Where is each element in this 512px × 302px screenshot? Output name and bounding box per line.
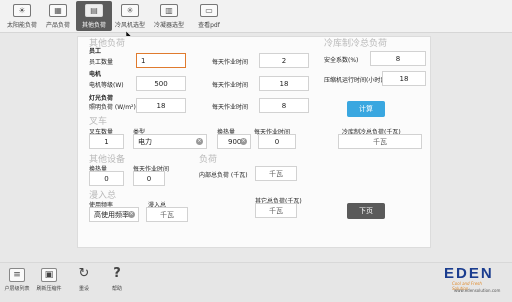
bottom-label: 帮助 — [111, 286, 122, 292]
tab-label: 太阳能负荷 — [6, 22, 37, 29]
tab-label: 产品负荷 — [45, 22, 70, 29]
next-page-button[interactable]: 下页 — [347, 203, 385, 219]
usage-frequency-value: 高使用频率 — [94, 210, 129, 219]
other-total-output: 千瓦 — [255, 203, 297, 218]
forklift-heat-select[interactable]: 900 × — [217, 134, 251, 149]
motor-power-input[interactable]: 500 — [136, 76, 186, 91]
forklift-count-input[interactable]: 1 — [89, 134, 124, 149]
motor-power-label: 电机等级(W) — [89, 82, 124, 89]
tab-condenser[interactable]: ▥ 冷凝器选型 — [151, 1, 187, 31]
bottom-label: 户层级列表 — [4, 286, 30, 292]
safety-factor-label: 安全系数(%) — [324, 57, 359, 64]
lighting-power-input[interactable]: 18 — [136, 98, 186, 113]
tab-other-load[interactable]: ▤ 其他负荷 — [76, 1, 112, 31]
tab-air-cooler[interactable]: ✳ 冷风机选型 — [112, 1, 148, 31]
forklift-type-value: 电力 — [138, 137, 152, 146]
forklift-type-select[interactable]: 电力 × — [133, 134, 207, 149]
staff-heading: 员工 — [89, 48, 102, 55]
compressor-icon: ▣ — [41, 268, 57, 282]
bottom-label: 刷新压缩件 — [36, 286, 62, 292]
bottom-label: 重设 — [78, 286, 89, 292]
motor-heading: 电机 — [89, 71, 102, 78]
tab-label: 冷风机选型 — [114, 22, 145, 29]
refresh-compressor-button[interactable]: ▣ 刷新压缩件 — [36, 268, 62, 296]
usage-frequency-select[interactable]: 高使用频率 × — [89, 207, 139, 222]
reset-icon: ↻ — [78, 266, 90, 281]
equipment-heat-input[interactable]: 0 — [89, 171, 124, 186]
lighting-hours-label: 每天作业时间 — [212, 104, 249, 111]
safety-factor-input[interactable]: 8 — [370, 51, 426, 66]
staff-hours-input[interactable]: 2 — [259, 53, 309, 68]
motor-hours-input[interactable]: 18 — [259, 76, 309, 91]
solar-panel-icon: ☀ — [13, 4, 31, 17]
logo-url: www.edensolution.com — [454, 288, 501, 293]
clear-icon[interactable]: × — [240, 138, 247, 145]
staff-hours-label: 每天作业时间 — [212, 59, 249, 66]
help-button[interactable]: ? 帮助 — [104, 266, 130, 296]
compressor-runtime-label: 压缩机运行时间(小时) — [324, 77, 383, 84]
staff-count-label: 员工数量 — [89, 59, 114, 66]
equipment-icon: ▤ — [85, 4, 103, 17]
total-cooling-output: 千瓦 — [338, 134, 422, 149]
lighting-hours-input[interactable]: 8 — [259, 98, 309, 113]
calculate-button[interactable]: 计算 — [347, 101, 385, 117]
tab-solar-load[interactable]: ☀ 太阳能负荷 — [4, 1, 40, 31]
equipment-hours-input[interactable]: 0 — [133, 171, 165, 186]
internal-load-label: 内部总负荷 (千瓦) — [199, 172, 248, 179]
clear-icon[interactable]: × — [128, 211, 135, 218]
tab-label: 查看pdf — [198, 22, 220, 29]
top-toolbar: ☀ 太阳能负荷 ▦ 产品负荷 ▤ 其他负荷 ✳ 冷风机选型 ▥ 冷凝器选型 ▭ … — [0, 0, 512, 33]
compressor-runtime-input[interactable]: 18 — [382, 71, 426, 86]
help-icon: ? — [113, 266, 121, 281]
lighting-power-label: 照明负荷 (W/m²) — [89, 104, 136, 111]
forklift-hours-input[interactable]: 0 — [258, 134, 296, 149]
fan-unit-icon: ✳ — [121, 4, 139, 17]
document-icon: ▭ — [200, 4, 218, 17]
eden-logo: EDEN Cool and Fresh Solution www.edensol… — [444, 265, 501, 293]
project-list-button[interactable]: ≡ 户层级列表 — [4, 268, 30, 296]
condenser-icon: ▥ — [160, 4, 178, 17]
motor-hours-label: 每天作业时间 — [212, 82, 249, 89]
clear-icon[interactable]: × — [196, 138, 203, 145]
tab-product-load[interactable]: ▦ 产品负荷 — [40, 1, 76, 31]
tab-label: 冷凝器选型 — [153, 22, 184, 29]
internal-load-output: 千瓦 — [255, 166, 297, 181]
infiltration-total-output: 千瓦 — [146, 207, 188, 222]
tab-label: 其他负荷 — [81, 22, 106, 29]
list-icon: ≡ — [9, 268, 25, 282]
product-box-icon: ▦ — [49, 4, 67, 17]
section-title-total-cooling: 冷库制冷总负荷 — [324, 39, 388, 49]
lighting-heading: 灯光负荷 — [89, 95, 114, 102]
section-title-load: 负荷 — [199, 155, 218, 165]
reset-button[interactable]: ↻ 重设 — [71, 266, 97, 296]
tab-view-pdf[interactable]: ▭ 查看pdf — [191, 1, 227, 31]
logo-wordmark: EDEN — [444, 265, 494, 282]
section-title-forklift: 叉车 — [89, 117, 108, 127]
staff-count-input[interactable]: 1 — [136, 53, 186, 68]
